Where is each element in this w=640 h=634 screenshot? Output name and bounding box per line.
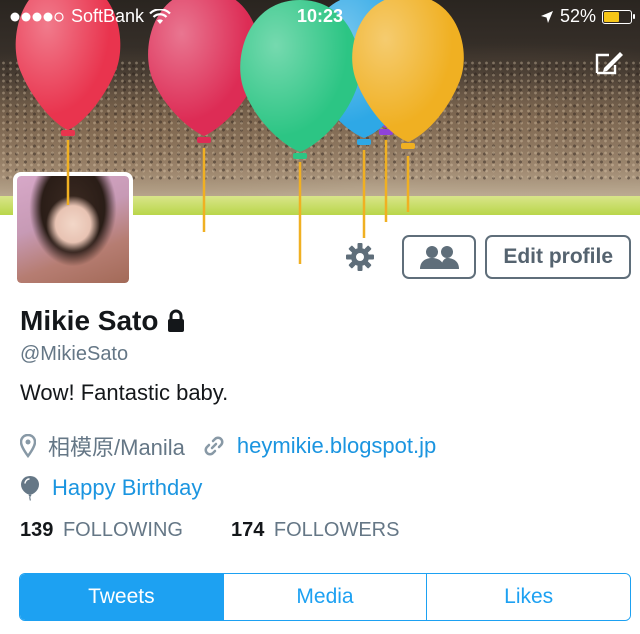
stadium-crowd [0,60,640,180]
link-icon [204,436,224,456]
lock-icon [168,309,185,332]
following-label: FOLLOWING [62,519,183,541]
display-name: Mikie Sato [20,305,159,336]
follow-stats: 139 FOLLOWING 174 FOLLOWERS [20,519,399,542]
following-stat[interactable]: 139 FOLLOWING [20,519,183,542]
status-bar: SoftBank 10:23 52% [0,0,640,34]
balloon-icon [21,476,39,501]
profile-info: Mikie Sato @MikieSato Wow! Fantastic bab… [20,303,620,508]
following-count: 139 [20,519,54,541]
tab-tweets[interactable]: Tweets [20,574,224,620]
people-icon [420,246,460,269]
location: 相模原/Manila [20,430,185,462]
settings-button[interactable] [340,237,380,277]
followers-label: FOLLOWERS [273,519,400,541]
profile-actions: Edit profile [340,235,631,279]
followers-you-know-button[interactable] [402,235,477,279]
user-handle: @MikieSato [20,343,129,365]
tab-media[interactable]: Media [223,574,428,620]
battery-percent: 52% [559,6,596,26]
location-text: 相模原/Manila [48,435,185,460]
avatar-photo [17,176,129,283]
followers-stat[interactable]: 174 FOLLOWERS [231,519,400,542]
website-link[interactable]: heymikie.blogspot.jp [237,433,436,459]
location-pin-icon [20,434,36,458]
profile-bio: Wow! Fantastic baby. [20,380,229,405]
gear-icon [346,243,375,271]
profile-avatar[interactable] [13,172,133,287]
battery-icon [602,9,635,24]
compose-icon [595,52,623,75]
website[interactable]: heymikie.blogspot.jp [203,433,436,459]
compose-button[interactable] [592,46,626,80]
birthday: Happy Birthday [20,475,202,501]
profile-tabs: Tweets Media Likes [19,573,631,621]
edit-profile-button[interactable]: Edit profile [485,235,631,279]
followers-count: 174 [230,519,265,541]
location-arrow-icon [540,10,553,23]
birthday-text: Happy Birthday [52,475,203,500]
tab-likes[interactable]: Likes [427,574,630,620]
